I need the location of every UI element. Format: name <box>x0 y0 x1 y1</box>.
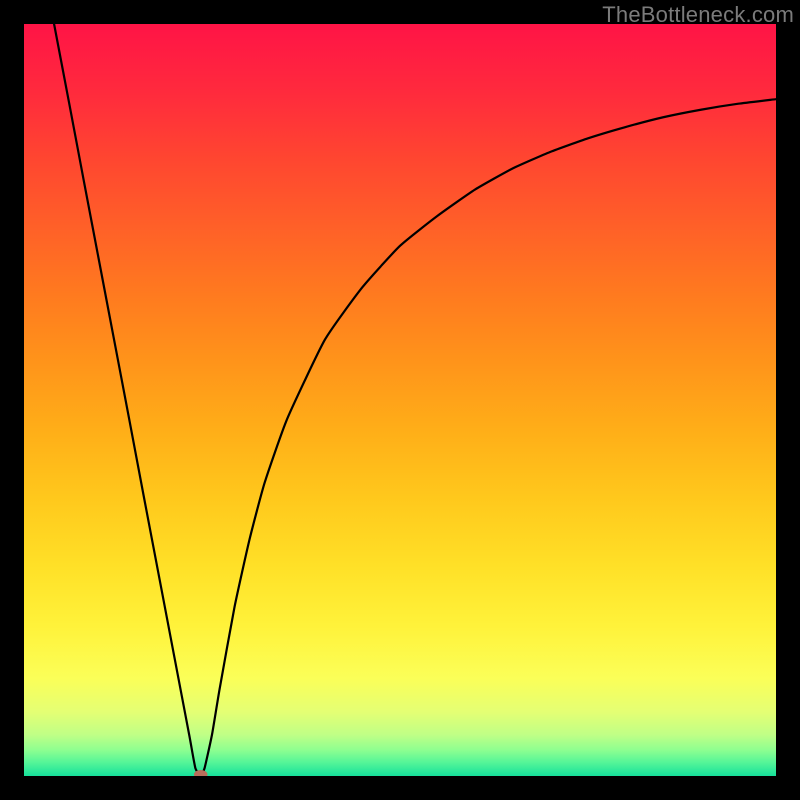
chart-background <box>24 24 776 776</box>
plot-area <box>24 24 776 776</box>
bottleneck-curve-chart <box>24 24 776 776</box>
watermark-text: TheBottleneck.com <box>602 2 794 28</box>
chart-frame: TheBottleneck.com <box>0 0 800 800</box>
